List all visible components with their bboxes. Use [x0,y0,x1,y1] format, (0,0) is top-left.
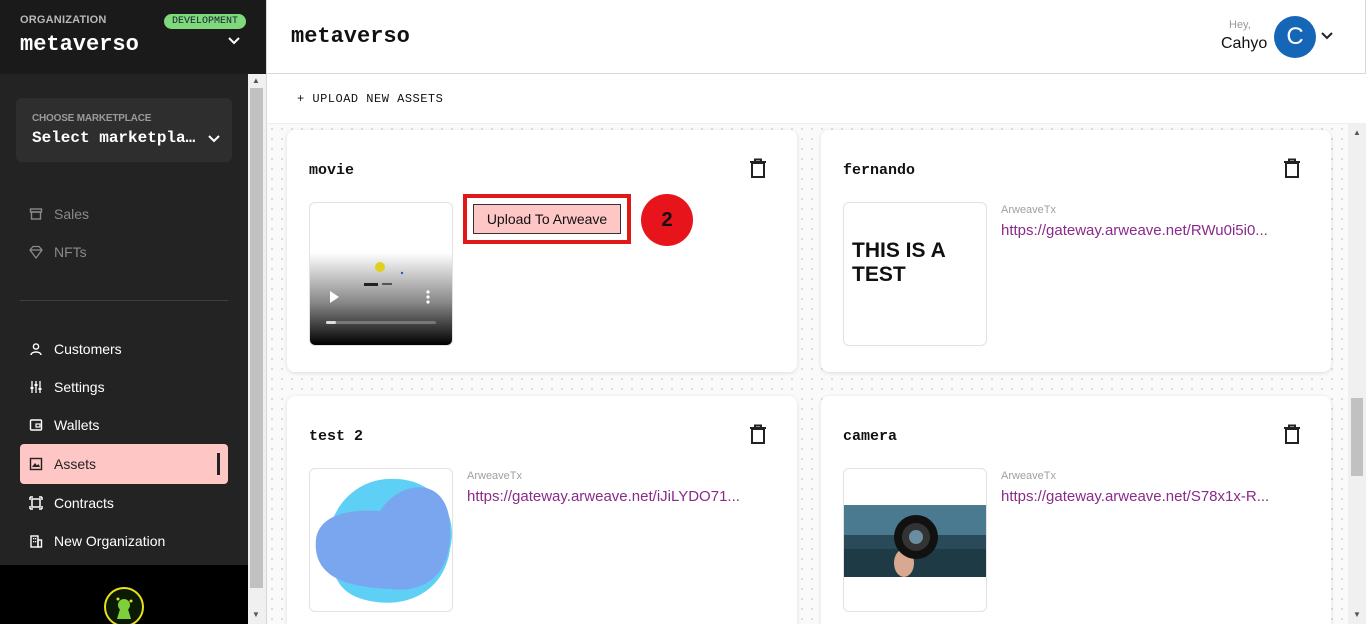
play-icon [330,291,339,303]
trash-icon[interactable] [1283,158,1301,178]
sidebar-item-wallets[interactable]: Wallets [20,405,228,445]
sidebar-item-label: NFTs [54,244,87,260]
image-icon [29,457,43,471]
assets-grid: movie Upload To Arweave 2 fernando THIS … [266,124,1348,624]
asset-card-fernando: fernando THIS IS A TEST ArweaveTx https:… [821,130,1331,372]
top-header: metaverso Hey, Cahyo C [266,0,1366,74]
trash-icon[interactable] [749,424,767,444]
trash-icon[interactable] [749,158,767,178]
marketplace-value[interactable]: Select marketplace [32,129,200,147]
asset-title: fernando [843,162,916,179]
sliders-icon [29,380,43,394]
sidebar-item-label: Sales [54,206,90,222]
sidebar-item-label: Wallets [54,417,100,433]
sidebar-scrollbar-thumb[interactable] [250,88,263,588]
marketplace-select[interactable]: CHOOSE MARKETPLACE Select marketplace [16,98,232,162]
user-icon [29,342,43,356]
asset-title: camera [843,428,898,445]
tx-link[interactable]: https://gateway.arweave.net/S78x1x-R... [1001,488,1311,505]
building-icon [29,534,43,548]
sidebar-item-label: Assets [54,456,97,472]
image-thumbnail[interactable]: THIS IS A TEST [843,202,987,346]
upload-bar: + UPLOAD NEW ASSETS [266,74,1366,124]
asset-card-test-2: test 2 ArweaveTx https://gateway.arweave… [287,396,797,624]
chevron-down-icon[interactable] [1321,31,1333,41]
thumbnail-text: THIS IS A TEST [852,239,945,286]
scroll-up-arrow-icon[interactable]: ▲ [1353,128,1361,137]
contract-icon [29,496,43,510]
sidebar-item-customers[interactable]: Customers [20,329,228,369]
sidebar-item-contracts[interactable]: Contracts [20,483,228,523]
sidebar-item-label: Settings [54,379,105,395]
scroll-up-arrow-icon[interactable]: ▲ [252,76,260,85]
scroll-down-arrow-icon[interactable]: ▼ [1353,610,1361,619]
env-badge: DEVELOPMENT [164,14,247,29]
trash-icon[interactable] [1283,424,1301,444]
asset-card-movie: movie Upload To Arweave 2 [287,130,797,372]
upload-new-assets-button[interactable]: + UPLOAD NEW ASSETS [297,92,443,106]
org-label: ORGANIZATION [20,14,107,26]
asset-title: test 2 [309,428,364,445]
video-thumbnail[interactable] [309,202,453,346]
marketplace-label: CHOOSE MARKETPLACE [32,113,152,124]
org-name[interactable]: metaverso [20,32,139,57]
wallet-icon [29,418,43,432]
upload-to-arweave-button[interactable]: Upload To Arweave [473,204,621,234]
tx-link[interactable]: https://gateway.arweave.net/RWu0i5i0... [1001,222,1311,239]
sidebar-item-nfts[interactable]: NFTs [20,232,228,272]
chevron-down-icon[interactable] [228,36,240,46]
scroll-down-arrow-icon[interactable]: ▼ [252,610,260,619]
main-scrollbar-thumb[interactable] [1351,398,1363,476]
active-indicator [217,453,220,475]
diamond-icon [29,245,43,259]
sidebar-item-new-organization[interactable]: New Organization [20,521,228,561]
sidebar-item-label: New Organization [54,533,166,549]
sidebar-item-sales[interactable]: Sales [20,194,228,234]
sidebar-item-label: Contracts [54,495,114,511]
brand-logo [104,587,144,624]
main-scrollbar[interactable] [1348,124,1366,624]
tx-label: ArweaveTx [1001,204,1057,216]
highlight-box: Upload To Arweave [463,194,631,244]
sidebar-item-assets[interactable]: Assets [20,444,228,484]
asset-title: movie [309,162,355,179]
tx-label: ArweaveTx [467,470,523,482]
tx-label: ArweaveTx [1001,470,1057,482]
step-marker: 2 [641,194,693,246]
avatar[interactable]: C [1274,16,1316,58]
image-thumbnail[interactable] [843,468,987,612]
greeting: Hey, [1229,19,1251,31]
asset-card-camera: camera ArweaveTx https://gateway.arweave… [821,396,1331,624]
sidebar-divider [20,300,228,301]
org-header[interactable]: ORGANIZATION DEVELOPMENT metaverso [0,0,266,74]
sidebar: ORGANIZATION DEVELOPMENT metaverso CHOOS… [0,0,266,624]
username[interactable]: Cahyo [1221,35,1267,53]
store-icon [29,207,43,221]
image-thumbnail[interactable] [309,468,453,612]
chevron-down-icon[interactable] [208,134,220,144]
sidebar-item-settings[interactable]: Settings [20,367,228,407]
sidebar-item-label: Customers [54,341,122,357]
page-title: metaverso [291,24,410,49]
tx-link[interactable]: https://gateway.arweave.net/iJiLYDO71... [467,488,777,505]
